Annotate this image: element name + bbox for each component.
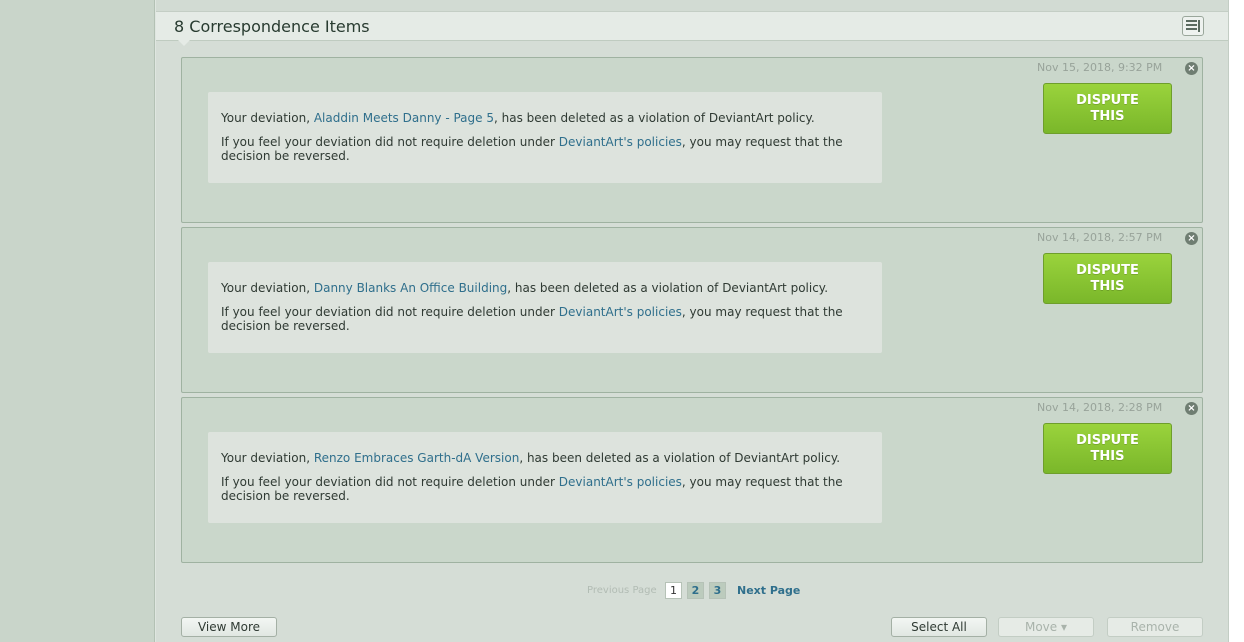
top-strip	[156, 0, 1228, 12]
left-sidebar	[0, 0, 155, 642]
remove-button[interactable]: Remove	[1107, 617, 1203, 637]
item-timestamp: Nov 14, 2018, 2:28 PM	[1037, 401, 1163, 414]
correspondence-item: Nov 15, 2018, 9:32 PM × Your deviation, …	[181, 57, 1203, 223]
item-timestamp: Nov 15, 2018, 9:32 PM	[1037, 61, 1163, 74]
deviation-link[interactable]: Danny Blanks An Office Building	[314, 281, 507, 295]
close-icon[interactable]: ×	[1185, 402, 1198, 415]
view-more-button[interactable]: View More	[181, 617, 277, 637]
page-2-button[interactable]: 2	[687, 582, 704, 599]
previous-page-link: Previous Page	[587, 585, 657, 596]
deletion-notice: Your deviation, Danny Blanks An Office B…	[221, 281, 829, 295]
dispute-notice: If you feel your deviation did not requi…	[221, 475, 843, 503]
correspondence-item: Nov 14, 2018, 2:28 PM × Your deviation, …	[181, 397, 1203, 563]
dispute-button[interactable]: DISPUTE THIS	[1043, 83, 1172, 134]
message-box: Your deviation, Danny Blanks An Office B…	[208, 262, 882, 353]
header-notch	[178, 40, 190, 46]
close-icon[interactable]: ×	[1185, 62, 1198, 75]
page-3-button[interactable]: 3	[709, 582, 726, 599]
policy-link[interactable]: DeviantArt's policies	[559, 135, 682, 149]
dispute-notice: If you feel your deviation did not requi…	[221, 305, 843, 333]
message-box: Your deviation, Renzo Embraces Garth-dA …	[208, 432, 882, 523]
close-icon[interactable]: ×	[1185, 232, 1198, 245]
deletion-notice: Your deviation, Renzo Embraces Garth-dA …	[221, 451, 841, 465]
dispute-notice: If you feel your deviation did not requi…	[221, 135, 843, 163]
message-box: Your deviation, Aladdin Meets Danny - Pa…	[208, 92, 882, 183]
right-scroll-area	[1228, 0, 1244, 642]
policy-link[interactable]: DeviantArt's policies	[559, 305, 682, 319]
deletion-notice: Your deviation, Aladdin Meets Danny - Pa…	[221, 111, 815, 125]
move-button[interactable]: Move ▾	[998, 617, 1094, 637]
correspondence-item: Nov 14, 2018, 2:57 PM × Your deviation, …	[181, 227, 1203, 393]
select-all-button[interactable]: Select All	[891, 617, 987, 637]
dispute-button[interactable]: DISPUTE THIS	[1043, 253, 1172, 304]
list-view-icon[interactable]	[1182, 16, 1204, 36]
section-header: 8 Correspondence Items	[156, 12, 1228, 41]
deviation-link[interactable]: Aladdin Meets Danny - Page 5	[314, 111, 494, 125]
item-timestamp: Nov 14, 2018, 2:57 PM	[1037, 231, 1163, 244]
deviation-link[interactable]: Renzo Embraces Garth-dA Version	[314, 451, 519, 465]
policy-link[interactable]: DeviantArt's policies	[559, 475, 682, 489]
section-title: 8 Correspondence Items	[174, 17, 370, 36]
page-1-button[interactable]: 1	[665, 582, 682, 599]
main-panel: 8 Correspondence Items Nov 15, 2018, 9:3…	[156, 0, 1228, 642]
next-page-link[interactable]: Next Page	[737, 584, 800, 597]
dispute-button[interactable]: DISPUTE THIS	[1043, 423, 1172, 474]
